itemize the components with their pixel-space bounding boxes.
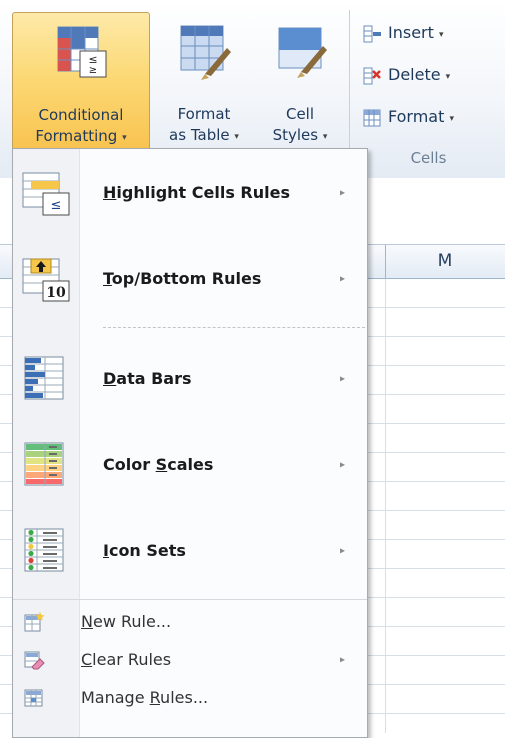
group-separator (349, 10, 350, 170)
menu-separator (13, 599, 367, 600)
color-scales-icon (24, 442, 64, 486)
submenu-arrow-icon: ▸ (339, 273, 345, 285)
menu-item-icon-sets[interactable]: Icon Sets ▸ (13, 511, 367, 591)
cell-styles-label-line1: Cell (285, 105, 315, 123)
cell-styles-button[interactable]: Cell Styles ▾ (258, 12, 342, 154)
menu-item-color-scales[interactable]: Color Scales ▸ (13, 425, 367, 505)
conditional-formatting-button[interactable]: ≤ ≥ Conditional Formatting ▾ (12, 12, 150, 154)
format-as-table-button[interactable]: Format as Table ▾ (154, 12, 254, 154)
delete-icon (363, 67, 381, 84)
menu-item-label: cales (167, 455, 214, 474)
menu-item-label: Color (103, 455, 156, 474)
insert-button[interactable]: Insert ▾ (362, 20, 444, 46)
chevron-down-icon: ▾ (122, 133, 127, 143)
menu-item-accesskey: H (103, 183, 117, 202)
menu-item-accesskey: T (103, 269, 112, 288)
chevron-down-icon: ▾ (234, 132, 239, 142)
format-button[interactable]: Format ▾ (362, 104, 454, 130)
menu-separator (103, 327, 365, 328)
chevron-down-icon: ▾ (449, 114, 455, 124)
submenu-arrow-icon: ▸ (339, 459, 345, 471)
submenu-arrow-icon: ▸ (339, 187, 345, 199)
cell-styles-label-line2: Styles (272, 126, 319, 144)
conditional-formatting-label-line1: Conditional (38, 106, 124, 124)
menu-item-label: lear Rules (92, 650, 172, 669)
menu-item-label: ules... (160, 688, 209, 707)
data-bars-icon (24, 356, 64, 400)
chevron-down-icon: ▾ (445, 72, 451, 82)
cells-group: Insert ▾ Delete ▾ Format ▾ Cells (352, 10, 505, 170)
menu-item-label: con Sets (108, 541, 186, 560)
cells-group-label: Cells (410, 149, 447, 167)
clear-rules-icon (24, 651, 45, 670)
icon-sets-icon (24, 528, 64, 572)
chevron-down-icon: ▾ (322, 132, 328, 142)
menu-item-accesskey: C (81, 650, 93, 669)
chevron-down-icon: ▾ (438, 30, 444, 40)
svg-text:≤: ≤ (51, 198, 62, 213)
menu-item-manage-rules[interactable]: Manage Rules... (13, 681, 367, 715)
menu-item-label: ew Rule... (92, 612, 172, 631)
insert-label: Insert (388, 23, 434, 42)
menu-item-label: op/Bottom Rules (111, 269, 262, 288)
submenu-arrow-icon: ▸ (339, 545, 345, 557)
submenu-arrow-icon: ▸ (339, 654, 345, 666)
menu-item-label: ata Bars (116, 369, 192, 388)
menu-item-top-bottom-rules[interactable]: 10 Top/Bottom Rules ▸ (13, 239, 367, 319)
menu-item-label: Manage (81, 688, 150, 707)
menu-item-accesskey: D (103, 369, 117, 388)
column-header-m[interactable]: M (385, 245, 505, 278)
grid-column-line (385, 279, 386, 733)
delete-button[interactable]: Delete ▾ (362, 62, 450, 88)
menu-item-label: ighlight Cells Rules (116, 183, 290, 202)
highlight-cells-rules-icon: ≤ (22, 172, 70, 216)
format-label: Format (388, 107, 445, 126)
menu-item-data-bars[interactable]: Data Bars ▸ (13, 339, 367, 419)
manage-rules-icon (24, 689, 43, 707)
cell-styles-icon (278, 27, 327, 78)
submenu-arrow-icon: ▸ (339, 373, 345, 385)
svg-text:10: 10 (46, 285, 66, 301)
menu-item-clear-rules[interactable]: Clear Rules ▸ (13, 643, 367, 677)
menu-item-accesskey: R (149, 688, 161, 707)
format-as-table-icon (180, 25, 231, 80)
menu-item-new-rule[interactable]: New Rule... (13, 605, 367, 639)
menu-item-accesskey: N (81, 612, 93, 631)
delete-label: Delete (388, 65, 441, 84)
format-cells-icon (363, 109, 381, 126)
conditional-formatting-label-line2: Formatting (35, 127, 118, 145)
insert-icon (363, 25, 381, 42)
format-as-table-label-line1: Format (177, 105, 231, 123)
conditional-formatting-menu: ≤ Highlight Cells Rules ▸ 10 Top/Bottom … (12, 148, 368, 738)
menu-item-accesskey: S (155, 455, 168, 474)
format-as-table-label-line2: as Table (169, 126, 230, 144)
svg-text:≥: ≥ (89, 65, 97, 76)
conditional-formatting-icon: ≤ ≥ (57, 26, 107, 78)
top-bottom-rules-icon: 10 (22, 258, 70, 302)
menu-item-highlight-cells-rules[interactable]: ≤ Highlight Cells Rules ▸ (13, 153, 367, 233)
new-rule-icon (24, 612, 45, 632)
